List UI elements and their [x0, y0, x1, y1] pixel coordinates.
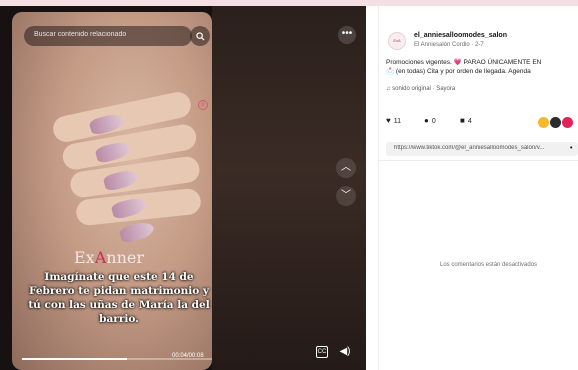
video-caption: Imagínate que este 14 de Febrero te pida… — [28, 271, 210, 325]
progress-fill — [22, 358, 127, 360]
heart-icon: ♥ — [386, 116, 391, 125]
page: Buscar contenido relacionado ◎ ExAnner I… — [0, 6, 578, 370]
copy-link-button[interactable]: • — [570, 142, 572, 156]
comments-disabled-message: Los comentarios están desactivados — [440, 262, 538, 268]
volume-icon[interactable]: ◀) — [336, 344, 354, 360]
creator-username[interactable]: el_anniesalloomodes_salon — [414, 32, 507, 39]
search-input[interactable]: Buscar contenido relacionado — [24, 26, 192, 46]
comment-count: 0 — [431, 118, 436, 125]
nail-shape — [118, 219, 156, 245]
chevron-down-icon[interactable]: ﹀ — [336, 186, 356, 206]
video-player[interactable]: Buscar contenido relacionado ◎ ExAnner I… — [12, 12, 212, 370]
share-social-icon[interactable] — [562, 117, 573, 128]
divider — [378, 160, 578, 161]
more-options-icon[interactable]: ••• — [338, 26, 356, 44]
video-area: Buscar contenido relacionado ◎ ExAnner I… — [0, 6, 366, 370]
panel-border — [378, 6, 379, 370]
copy-link-field[interactable]: https://www.tiktok.com/@el_anniesalloomo… — [386, 142, 578, 156]
bookmark-icon: ■ — [460, 116, 465, 125]
share-message-icon[interactable] — [550, 117, 561, 128]
post-description: Promociones vigentes. 💗 PARAO ÚNICAMENTE… — [386, 58, 578, 76]
bookmark-count: 4 — [467, 118, 472, 125]
description-line: Promociones vigentes. 💗 PARAO ÚNICAMENTE… — [386, 59, 542, 66]
chevron-up-icon[interactable]: ︿ — [336, 158, 356, 178]
description-line: 📩 (en todas) Cita y por orden de llegada… — [386, 68, 531, 75]
like-count: 11 — [393, 118, 402, 125]
share-embed-icon[interactable] — [538, 117, 549, 128]
captions-icon[interactable]: CC — [316, 346, 328, 358]
avatar[interactable]: ExA — [388, 32, 406, 50]
brand-logo: ExAnner — [74, 248, 144, 267]
video-link: https://www.tiktok.com/@el_anniesalloomo… — [394, 145, 544, 151]
bookmark-button[interactable]: ■ 4 — [460, 116, 472, 125]
like-button[interactable]: ♥ 11 — [386, 116, 401, 125]
details-panel: ExA el_anniesalloomodes_salon El Anniesa… — [378, 6, 578, 370]
product-tag-icon[interactable]: ◎ — [198, 100, 208, 110]
music-link[interactable]: ♫ sonido original · Sayora — [386, 86, 455, 92]
search-placeholder: Buscar contenido relacionado — [34, 31, 127, 38]
comment-button[interactable]: ● 0 — [424, 116, 436, 125]
time-display: 00:04/00:08 — [172, 353, 204, 359]
search-icon[interactable] — [190, 26, 210, 46]
creator-subline: El Anniesalón Cordio · 2-7 — [414, 42, 484, 48]
comment-icon: ● — [424, 116, 429, 125]
